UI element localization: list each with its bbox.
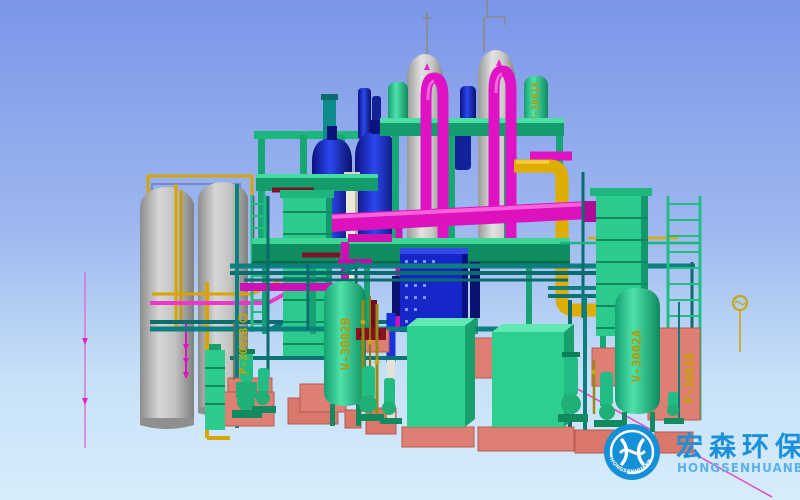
pump-tag-left-label: P-3002B	[237, 327, 250, 374]
brand-name-en: HONGSENHUANBAO	[677, 461, 800, 475]
green-box-tank-1	[407, 318, 475, 427]
pump-column-left	[205, 344, 225, 430]
green-box-tank-2	[492, 324, 574, 427]
brand-name-cn: 宏森环保	[676, 431, 800, 463]
cad-plant-screenshot: V-3001A	[0, 0, 800, 500]
vessel-3002a-label: V-3002A	[629, 329, 644, 382]
green-drum-upper-left	[388, 82, 408, 124]
vessel-3002b-label: V-3002B	[338, 317, 353, 370]
vessel-3001a-label: V-3001A	[531, 82, 542, 122]
pump-tag-right-label: P-3002A	[683, 352, 697, 403]
